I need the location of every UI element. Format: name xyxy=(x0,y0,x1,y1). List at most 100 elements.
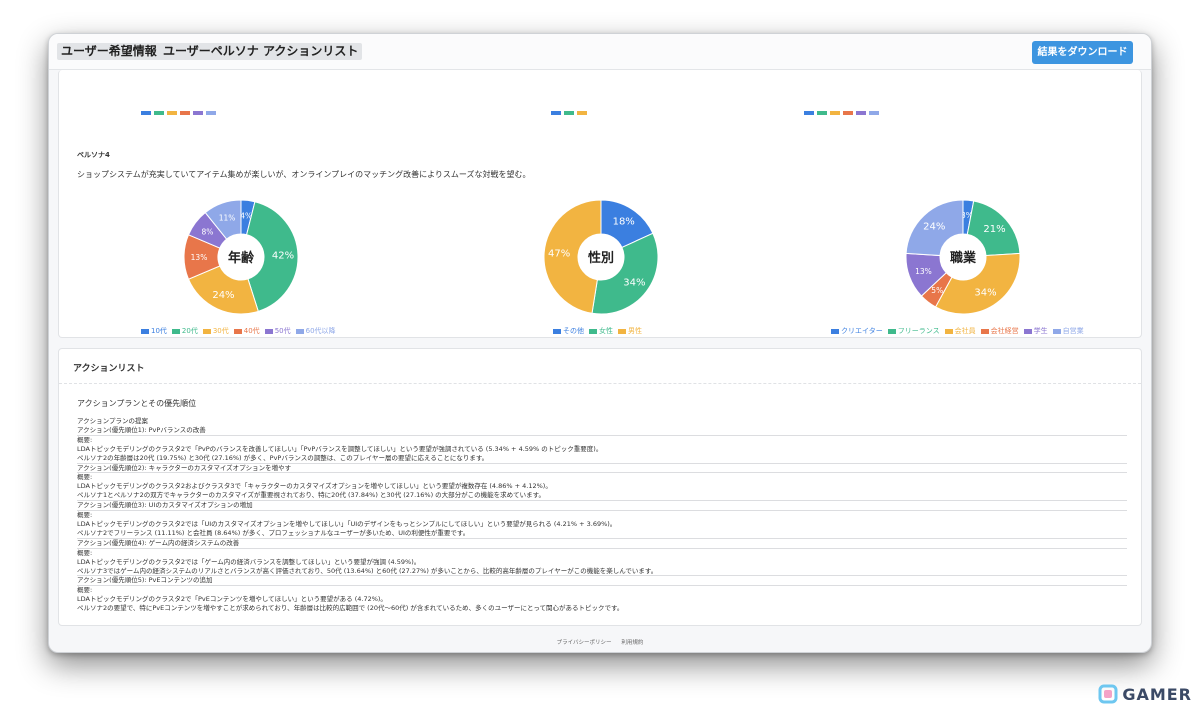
gamer-logo-text: GAMER xyxy=(1122,684,1192,704)
legend-label: 会社経営 xyxy=(990,327,1019,335)
slice-percent-label: 34% xyxy=(974,287,996,298)
action-text-line: LDAトピックモデリングのクラスタ2では「ゲーム内の経済バランスを調整してほしい… xyxy=(77,557,421,566)
legend-item[interactable]: クリエイター xyxy=(831,326,883,336)
slice-percent-label: 42% xyxy=(272,251,294,262)
action-text-line: LDAトピックモデリングのクラスタ2で「PvEコンテンツを増やしてほしい」という… xyxy=(77,595,387,604)
slice-percent-label: 34% xyxy=(623,277,645,288)
legend-label: クリエイター xyxy=(841,327,883,335)
legend-item[interactable]: フリーランス xyxy=(887,326,940,336)
action-text-line: アクション(優先順位3): UIのカスタマイズオプションの増加 xyxy=(77,501,1127,512)
legend-label: 10代 xyxy=(151,327,167,335)
legend-label: 学生 xyxy=(1033,327,1048,335)
legend-item[interactable]: 会社経営 xyxy=(980,326,1019,336)
legend-item[interactable]: 50代 xyxy=(264,326,291,336)
slice-percent-label: 13% xyxy=(191,253,208,262)
action-text-line: 概要: xyxy=(77,473,93,482)
legend-swatch xyxy=(171,328,180,334)
action-text-line: 概要: xyxy=(77,548,93,557)
tab-user-wishes[interactable]: ユーザー希望情報 xyxy=(57,43,161,60)
age-donut-chart: 4% 42% 24% 13% 8% 11% 年齢 xyxy=(181,197,301,317)
app-window: ユーザー希望情報 ユーザーペルソナ アクションリスト 結果をダウンロード ペルソ… xyxy=(48,33,1152,653)
action-text-line: アクション(優先順位4): ゲーム内の経済システムの改善 xyxy=(77,539,1127,549)
legend-label: 女性 xyxy=(599,327,613,335)
gender-legend: その他 女性 男性 xyxy=(553,326,647,336)
legend-label: その他 xyxy=(563,327,584,335)
legend-item[interactable]: 20代 xyxy=(171,326,198,336)
action-text-line: アクションプランの提案 xyxy=(77,417,148,425)
occupation-legend: クリエイター フリーランス 会社員 会社経営 学生 自営業 xyxy=(831,326,1089,336)
legend-item[interactable]: 女性 xyxy=(589,326,613,336)
gamer-logo-icon xyxy=(1098,684,1118,704)
gamer-watermark: GAMER xyxy=(1098,683,1192,705)
donut-center-label: 年齢 xyxy=(228,250,255,266)
action-text-line: ペルソナ3ではゲーム内の経済システムのリアルさとバランスが高く評価されており、5… xyxy=(77,567,1127,577)
slice-percent-label: 11% xyxy=(219,213,236,222)
legend-item[interactable]: 男性 xyxy=(618,326,642,336)
action-text-line: LDAトピックモデリングのクラスタ2で「PvPのバランスを改善してほしい」「Pv… xyxy=(77,444,603,453)
legend-label: フリーランス xyxy=(897,327,940,335)
legend-swatch xyxy=(831,328,839,334)
gender-donut-chart: 18% 34% 47% 性別 xyxy=(541,197,661,317)
slice-percent-label: 21% xyxy=(983,224,1005,235)
legend-label: 60代以降 xyxy=(305,327,336,335)
persona-title: ペルソナ4 xyxy=(77,151,110,159)
action-text-line: ペルソナ2の年齢層は20代 (19.75%) と30代 (27.16%) が多く… xyxy=(77,454,1127,464)
download-results-button[interactable]: 結果をダウンロード xyxy=(1032,41,1133,64)
legend-item[interactable]: 40代 xyxy=(233,326,260,336)
legend-swatch xyxy=(141,328,149,334)
legend-label: 40代 xyxy=(243,327,260,335)
tab-user-persona[interactable]: ユーザーペルソナ xyxy=(159,43,263,60)
action-text-line: 概要: xyxy=(77,511,93,520)
legend-swatch xyxy=(233,328,242,334)
legend-label: 20代 xyxy=(181,327,198,335)
slice-percent-label: 18% xyxy=(613,217,635,228)
legend-swatch xyxy=(944,328,953,334)
action-text-line: アクション(優先順位1): PvPバランスの改善 xyxy=(77,426,1127,436)
action-text-line: 概要: xyxy=(77,435,93,444)
legend-item[interactable]: 30代 xyxy=(202,326,229,336)
slice-percent-label: 24% xyxy=(923,221,945,232)
legend-item[interactable]: その他 xyxy=(553,326,584,336)
legend-item[interactable]: 10代 xyxy=(141,326,167,336)
donut-center-label: 職業 xyxy=(950,250,977,266)
section-divider xyxy=(59,383,1141,384)
legend-item[interactable]: 学生 xyxy=(1023,326,1048,336)
action-list-header: アクションリスト xyxy=(73,364,145,374)
legend-swatch xyxy=(1023,328,1032,334)
legend-item[interactable]: 自営業 xyxy=(1052,326,1084,336)
legend-swatch xyxy=(1052,328,1061,334)
action-text-line: アクション(優先順位5): PvEコンテンツの追加 xyxy=(77,576,1127,587)
legend-label: 30代 xyxy=(212,327,229,335)
footer: プライバシーポリシー 利用規約 xyxy=(49,638,1151,646)
action-list-card: アクションリスト アクションプランとその優先順位 アクションプランの提案 アクショ… xyxy=(58,348,1142,626)
action-text-line: LDAトピックモデリングのクラスタ2では「UIのカスタマイズオプションを増やして… xyxy=(77,519,617,528)
persona-description: ショップシステムが充実していてアイテム集めが楽しいが、オンラインプレイのマッチン… xyxy=(77,170,531,179)
slice-percent-label: 5% xyxy=(931,286,943,295)
legend-label: 会社員 xyxy=(954,327,976,335)
terms-link[interactable]: 利用規約 xyxy=(621,640,643,646)
slice-percent-label: 47% xyxy=(548,249,570,260)
age-legend: 10代 20代 30代 40代 50代 60代以降 xyxy=(141,326,341,336)
action-text-line: LDAトピックモデリングのクラスタ2およびクラスタ3で「キャラクターのカスタマイ… xyxy=(77,482,552,491)
action-plan-subtitle: アクションプランとその優先順位 xyxy=(77,399,197,408)
action-text-line: 概要: xyxy=(77,586,93,595)
legend-swatch xyxy=(295,328,304,334)
previous-legend-gender xyxy=(551,100,590,115)
legend-item[interactable]: 60代以降 xyxy=(295,326,336,336)
tab-action-list[interactable]: アクションリスト xyxy=(259,43,363,60)
action-text-line: アクション(優先順位2): キャラクターのカスタマイズオプションを増やす xyxy=(77,464,1127,474)
legend-label: 自営業 xyxy=(1062,327,1084,335)
legend-item[interactable]: 会社員 xyxy=(944,326,976,336)
legend-swatch xyxy=(553,328,561,334)
slice-percent-label: 24% xyxy=(212,290,234,301)
legend-label: 男性 xyxy=(628,327,642,335)
legend-swatch xyxy=(980,328,989,334)
persona-card: ペルソナ4 ショップシステムが充実していてアイテム集めが楽しいが、オンラインプレ… xyxy=(58,70,1142,367)
top-nav-bar: ユーザー希望情報 ユーザーペルソナ アクションリスト 結果をダウンロード xyxy=(49,34,1151,70)
action-text-line: ペルソナ1とペルソナ2の双方でキャラクターのカスタマイズが重要視されており、特に… xyxy=(77,491,1127,502)
previous-legend-age xyxy=(141,100,219,115)
privacy-policy-link[interactable]: プライバシーポリシー xyxy=(557,640,612,646)
legend-label: 50代 xyxy=(274,327,291,335)
legend-swatch xyxy=(202,328,211,334)
action-text-line: ペルソナ2の要望で、特にPvEコンテンツを増やすことが求められており、年齢層は比… xyxy=(77,604,624,613)
